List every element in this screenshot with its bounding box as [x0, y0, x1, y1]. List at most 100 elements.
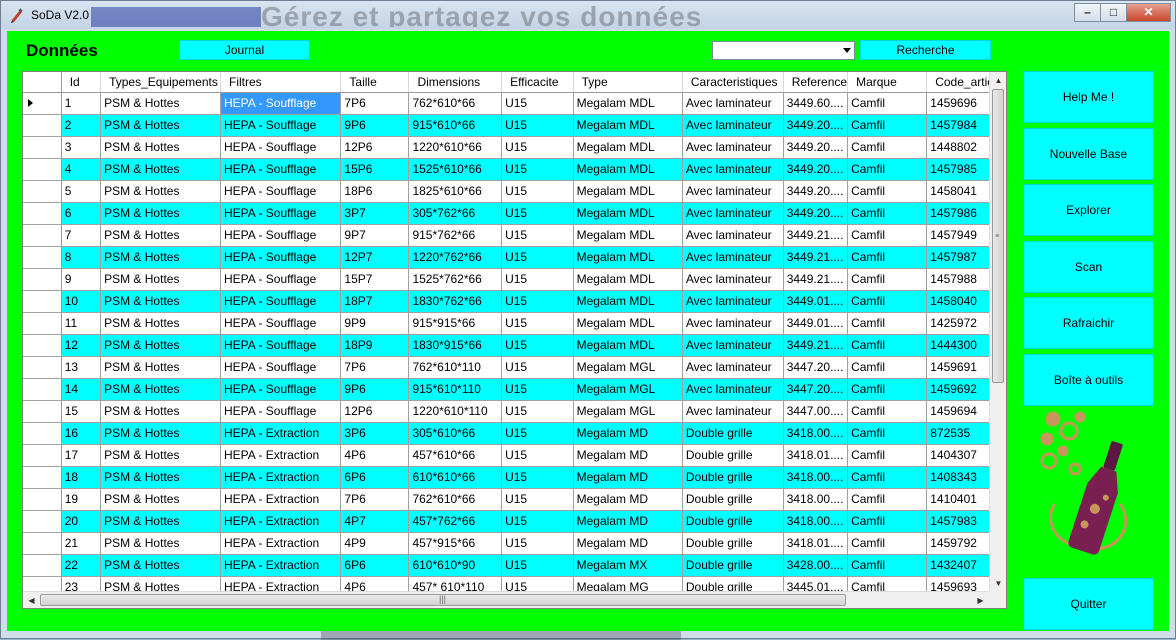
table-cell[interactable]: Camfil [847, 510, 928, 533]
table-cell[interactable]: HEPA - Soufflage [220, 334, 342, 357]
table-row[interactable]: 22 PSM & Hottes HEPA - Extraction 6P6 610*61… [23, 554, 1006, 577]
table-cell[interactable]: PSM & Hottes [100, 422, 222, 445]
column-header-type[interactable]: Type [573, 72, 683, 93]
table-row[interactable]: 10 PSM & Hottes HEPA - Soufflage 18P7 1830*… [23, 290, 1006, 313]
table-cell[interactable]: 1457987 [926, 246, 997, 269]
table-cell[interactable]: 1425972 [926, 312, 997, 335]
table-cell[interactable]: U15 [501, 532, 574, 555]
table-cell[interactable]: 7P6 [340, 92, 410, 115]
table-cell[interactable]: Camfil [847, 400, 928, 423]
journal-button[interactable]: Journal [179, 40, 310, 60]
table-cell[interactable]: HEPA - Extraction [220, 466, 342, 489]
table-cell[interactable]: 18 [61, 466, 102, 489]
table-cell[interactable]: 305*610*66 [408, 422, 503, 445]
table-cell[interactable]: 9P7 [340, 224, 410, 247]
table-cell[interactable]: Camfil [847, 180, 928, 203]
row-header[interactable] [23, 444, 62, 467]
table-cell[interactable]: 15 [61, 400, 102, 423]
vertical-scrollbar[interactable]: ▲ ≡ ▼ [989, 72, 1006, 592]
table-cell[interactable]: 7 [61, 224, 102, 247]
table-cell[interactable]: PSM & Hottes [100, 312, 222, 335]
table-cell[interactable]: 13 [61, 356, 102, 379]
table-cell[interactable]: 5 [61, 180, 102, 203]
table-cell[interactable]: Megalam MD [573, 532, 683, 555]
table-cell[interactable]: 3449.21.... [783, 268, 849, 291]
horizontal-scroll-thumb[interactable]: ||| [40, 594, 846, 606]
table-cell[interactable]: 1220*610*66 [408, 136, 503, 159]
table-cell[interactable]: Megalam MD [573, 466, 683, 489]
table-cell[interactable]: 3449.20.... [783, 136, 849, 159]
table-row[interactable]: 13 PSM & Hottes HEPA - Soufflage 7P6 762*610… [23, 356, 1006, 379]
table-cell[interactable]: HEPA - Soufflage [220, 312, 342, 335]
table-cell[interactable]: Megalam MD [573, 488, 683, 511]
table-cell[interactable]: Camfil [847, 202, 928, 225]
table-cell[interactable]: Avec laminateur [682, 290, 784, 313]
table-cell[interactable]: Camfil [847, 532, 928, 555]
row-header[interactable] [23, 466, 62, 489]
column-header-taille[interactable]: Taille [340, 72, 410, 93]
table-cell[interactable]: 1459694 [926, 400, 997, 423]
table-cell[interactable]: PSM & Hottes [100, 92, 222, 115]
table-cell[interactable]: HEPA - Extraction [220, 510, 342, 533]
table-cell[interactable]: 21 [61, 532, 102, 555]
table-row[interactable]: 1 PSM & Hottes HEPA - Soufflage 7P6 762*610*… [23, 92, 1006, 115]
table-cell[interactable]: HEPA - Soufflage [220, 246, 342, 269]
table-cell[interactable]: PSM & Hottes [100, 290, 222, 313]
table-cell[interactable]: 1 [61, 92, 102, 115]
table-cell[interactable]: 2 [61, 114, 102, 137]
table-cell[interactable]: Camfil [847, 290, 928, 313]
table-row[interactable]: 19 PSM & Hottes HEPA - Extraction 7P6 762*61… [23, 488, 1006, 511]
table-cell[interactable]: Megalam MD [573, 510, 683, 533]
table-cell[interactable]: 762*610*110 [408, 356, 503, 379]
table-cell[interactable]: HEPA - Extraction [220, 488, 342, 511]
table-cell[interactable]: 15P7 [340, 268, 410, 291]
table-cell[interactable]: 8 [61, 246, 102, 269]
table-cell[interactable]: 1457949 [926, 224, 997, 247]
table-cell[interactable]: PSM & Hottes [100, 246, 222, 269]
help-me-button[interactable]: Help Me ! [1023, 71, 1154, 123]
table-cell[interactable]: Megalam MD [573, 444, 683, 467]
table-cell[interactable]: U15 [501, 444, 574, 467]
column-header-caracteristiques[interactable]: Caracteristiques [682, 72, 784, 93]
table-cell[interactable]: U15 [501, 136, 574, 159]
table-cell[interactable]: HEPA - Extraction [220, 444, 342, 467]
table-cell[interactable]: Camfil [847, 444, 928, 467]
table-cell[interactable]: 4P9 [340, 532, 410, 555]
table-cell[interactable]: Avec laminateur [682, 400, 784, 423]
table-cell[interactable]: HEPA - Soufflage [220, 400, 342, 423]
table-row[interactable]: 8 PSM & Hottes HEPA - Soufflage 12P7 1220*76… [23, 246, 1006, 269]
table-cell[interactable]: 1825*610*66 [408, 180, 503, 203]
table-cell[interactable]: Camfil [847, 378, 928, 401]
table-cell[interactable]: 610*610*90 [408, 554, 503, 577]
horizontal-scrollbar[interactable]: ◀ ||| ▶ [23, 591, 1006, 608]
table-cell[interactable]: 1457988 [926, 268, 997, 291]
table-cell[interactable]: Camfil [847, 488, 928, 511]
table-cell[interactable]: 3449.60.... [783, 92, 849, 115]
table-cell[interactable]: Avec laminateur [682, 180, 784, 203]
table-cell[interactable]: Megalam MGL [573, 356, 683, 379]
table-cell[interactable]: Megalam MDL [573, 202, 683, 225]
table-cell[interactable]: 3449.20.... [783, 158, 849, 181]
table-row[interactable]: 2 PSM & Hottes HEPA - Soufflage 9P6 915*610… [23, 114, 1006, 137]
table-cell[interactable]: 1459696 [926, 92, 997, 115]
table-cell[interactable]: Megalam MGL [573, 378, 683, 401]
table-cell[interactable]: U15 [501, 224, 574, 247]
table-cell[interactable]: 457*915*66 [408, 532, 503, 555]
table-cell[interactable]: 18P7 [340, 290, 410, 313]
table-cell[interactable]: 6P6 [340, 554, 410, 577]
table-cell[interactable]: 7P6 [340, 356, 410, 379]
table-cell[interactable]: 1220*762*66 [408, 246, 503, 269]
table-cell[interactable]: U15 [501, 422, 574, 445]
table-cell[interactable]: 3418.00.... [783, 422, 849, 445]
table-cell[interactable]: 6P6 [340, 466, 410, 489]
row-header[interactable] [23, 356, 62, 379]
table-cell[interactable]: U15 [501, 92, 574, 115]
table-cell[interactable]: 9P6 [340, 114, 410, 137]
table-cell[interactable]: 4P6 [340, 444, 410, 467]
table-cell[interactable]: 305*762*66 [408, 202, 503, 225]
table-cell[interactable]: 12P6 [340, 136, 410, 159]
table-cell[interactable]: 1525*610*66 [408, 158, 503, 181]
table-cell[interactable]: PSM & Hottes [100, 400, 222, 423]
table-cell[interactable]: U15 [501, 378, 574, 401]
table-cell[interactable]: 3428.00.... [783, 554, 849, 577]
